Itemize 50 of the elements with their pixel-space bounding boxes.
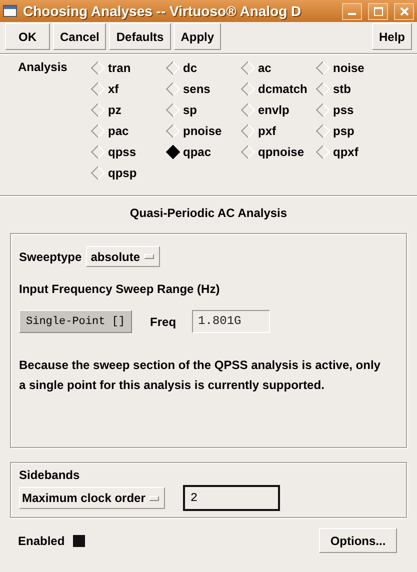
radio-label[interactable]: tran	[108, 60, 131, 74]
radio-label[interactable]: sp	[183, 102, 198, 116]
enabled-label: Enabled	[18, 534, 65, 548]
window-menu-icon[interactable]	[3, 5, 17, 17]
radio-label[interactable]: pac	[108, 124, 129, 138]
radio-label[interactable]: pxf	[258, 124, 276, 138]
toolbar-button[interactable]: Apply	[174, 23, 222, 50]
sideband-method-dropdown[interactable]: Maximum clock order	[19, 487, 166, 509]
radio-label[interactable]: dcmatch	[258, 82, 308, 96]
window-title: Choosing Analyses -- Virtuoso® Analog D	[23, 3, 302, 19]
close-button[interactable]	[394, 2, 414, 20]
section-title: Quasi-Periodic AC Analysis	[128, 206, 288, 221]
sweep-mode-button[interactable]: Single-Point []	[19, 310, 132, 333]
radio-label[interactable]: qpnoise	[258, 144, 304, 158]
toolbar-button[interactable]: OK	[5, 23, 50, 50]
minimize-button[interactable]	[342, 2, 362, 20]
analysis-label: Analysis	[18, 60, 68, 75]
radio-label[interactable]: psp	[333, 124, 354, 138]
radio-label[interactable]: pnoise	[183, 124, 222, 138]
help-button[interactable]: Help	[372, 23, 412, 50]
sweeptype-label: Sweeptype	[19, 250, 82, 264]
radio-label[interactable]: noise	[333, 60, 364, 74]
toolbar-button[interactable]: Defaults	[109, 23, 171, 50]
sideband-order-field[interactable]: 2	[183, 485, 280, 511]
dropdown-indicator-icon	[144, 254, 154, 259]
radio-label[interactable]: ac	[258, 60, 272, 74]
radio-label[interactable]: qpsp	[108, 166, 137, 180]
radio-label[interactable]: sens	[183, 82, 210, 96]
sweeptype-dropdown[interactable]: absolute	[86, 246, 160, 267]
sweep-range-label: Input Frequency Sweep Range (Hz)	[19, 282, 221, 297]
radio-label[interactable]: dc	[183, 60, 198, 74]
sidebands-label: Sidebands	[19, 468, 81, 482]
radio-label[interactable]: pz	[108, 102, 122, 116]
radio-label[interactable]: qpac	[183, 144, 212, 158]
sweep-note: Because the sweep section of the QPSS analysis is active, only a single point for this analysis is currently supported.	[19, 357, 382, 394]
close-icon	[400, 6, 408, 16]
freq-label: Freq	[150, 314, 176, 328]
radio-label[interactable]: envlp	[258, 102, 290, 116]
radio-label[interactable]: stb	[333, 82, 351, 96]
maximize-button[interactable]	[368, 2, 388, 20]
dropdown-indicator-icon	[149, 496, 160, 500]
radio-label[interactable]: qpxf	[333, 144, 358, 158]
enabled-checkbox[interactable]	[72, 534, 85, 546]
maximize-icon	[374, 6, 382, 16]
toolbar-button[interactable]: Cancel	[53, 23, 106, 50]
freq-field[interactable]: 1.801G	[192, 310, 270, 333]
options-button[interactable]: Options...	[319, 528, 397, 553]
radio-label[interactable]: pss	[333, 102, 354, 116]
radio-label[interactable]: qpss	[108, 144, 136, 158]
radio-label[interactable]: xf	[108, 82, 119, 96]
